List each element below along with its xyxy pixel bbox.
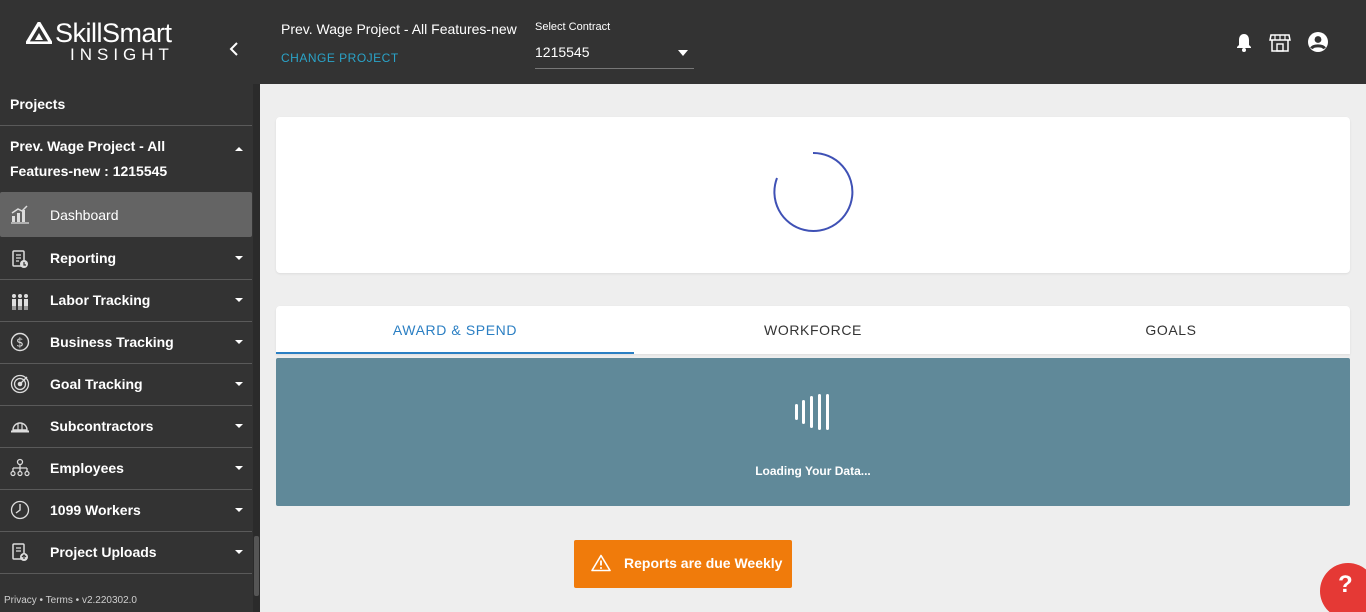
help-question-icon: ? [1338, 571, 1353, 598]
footer-links[interactable]: Privacy • Terms • v2.220302.0 [4, 595, 137, 606]
current-project-name[interactable]: Prev. Wage Project - All Features-new : … [10, 134, 225, 184]
loading-text: Loading Your Data... [755, 464, 871, 478]
caret-up-icon[interactable] [233, 145, 245, 153]
chevron-left-icon[interactable] [226, 40, 244, 58]
bell-icon[interactable] [1233, 31, 1255, 53]
account-circle-icon[interactable] [1307, 31, 1329, 53]
loading-bars-icon [795, 394, 829, 430]
divider [0, 125, 252, 126]
sidebar-scrollbar-thumb[interactable] [254, 536, 259, 596]
sidebar-item-project-uploads[interactable]: Project Uploads [0, 531, 252, 573]
loading-spinner-icon [773, 151, 854, 232]
report-icon [12, 250, 28, 268]
change-project-link[interactable]: CHANGE PROJECT [281, 51, 399, 65]
caret-down-icon[interactable] [678, 50, 688, 56]
projects-section-label: Projects [10, 96, 66, 112]
contract-select-label: Select Contract [535, 21, 611, 33]
caret-down-icon [235, 424, 243, 428]
summary-card [276, 117, 1350, 273]
sidebar-item-label: Employees [50, 460, 124, 476]
caret-down-icon [235, 550, 243, 554]
sidebar-item-reporting[interactable]: Reporting [0, 237, 252, 279]
brand-tagline: INSIGHT [70, 45, 174, 64]
svg-text:$: $ [16, 336, 24, 350]
sidebar-item-subcontractors[interactable]: Subcontractors [0, 405, 252, 447]
contract-select-underline [535, 68, 694, 69]
project-title: Prev. Wage Project - All Features-new [281, 21, 517, 37]
dashboard-chart-icon [11, 205, 29, 224]
caret-down-icon [235, 466, 243, 470]
sidebar-item-label: Labor Tracking [50, 292, 151, 308]
target-icon [10, 374, 30, 394]
sidebar-item-1099-workers[interactable]: 1099 Workers [0, 489, 252, 531]
warning-icon [591, 554, 611, 572]
sidebar-item-dashboard[interactable]: Dashboard [0, 192, 252, 237]
sidebar-item-label: Project Uploads [50, 544, 157, 560]
sidebar-item-label: Reporting [50, 250, 117, 266]
loading-panel: Loading Your Data... [276, 358, 1350, 506]
help-button[interactable]: ? [1320, 563, 1366, 612]
caret-down-icon [235, 298, 243, 302]
caret-down-icon [235, 508, 243, 512]
top-bar: Prev. Wage Project - All Features-new CH… [260, 0, 1366, 84]
sidebar-item-label: Goal Tracking [50, 376, 143, 392]
caret-down-icon [235, 256, 243, 260]
contract-select[interactable]: 1215545 [535, 44, 590, 60]
org-chart-icon [10, 458, 30, 477]
caret-down-icon [235, 382, 243, 386]
sidebar-item-business-tracking[interactable]: $ Business Tracking [0, 321, 252, 363]
brand-header: SkillSmart INSIGHT [0, 0, 260, 84]
sidebar-item-label: Subcontractors [50, 418, 154, 434]
people-group-icon [12, 294, 28, 310]
divider [0, 573, 252, 574]
clock-icon [10, 500, 30, 520]
tab-workforce[interactable]: WORKFORCE [634, 306, 992, 354]
store-icon[interactable] [1269, 31, 1291, 53]
active-tab-indicator [276, 352, 634, 354]
sidebar-item-label: Business Tracking [50, 334, 174, 350]
sidebar-item-label: 1099 Workers [50, 502, 141, 518]
sidebar-item-labor-tracking[interactable]: Labor Tracking [0, 279, 252, 321]
dashboard-tabs: AWARD & SPEND WORKFORCE GOALS [276, 306, 1350, 354]
reports-due-text: Reports are due Weekly [624, 555, 783, 571]
sidebar-scrollbar[interactable] [253, 84, 260, 612]
tab-goals[interactable]: GOALS [992, 306, 1350, 354]
skillsmart-logo[interactable]: SkillSmart INSIGHT [26, 18, 186, 66]
logo-triangle-icon [26, 22, 52, 44]
upload-doc-icon [12, 543, 28, 561]
sidebar-item-label: Dashboard [50, 206, 119, 223]
caret-down-icon [235, 340, 243, 344]
sidebar-item-employees[interactable]: Employees [0, 447, 252, 489]
dollar-circle-icon: $ [10, 332, 30, 352]
brand-name: SkillSmart [55, 18, 172, 48]
sidebar: SkillSmart INSIGHT Projects Prev. Wage P… [0, 0, 260, 612]
tab-award-spend[interactable]: AWARD & SPEND [276, 306, 634, 354]
reports-due-banner[interactable]: Reports are due Weekly [574, 540, 792, 588]
sidebar-item-goal-tracking[interactable]: Goal Tracking [0, 363, 252, 405]
hardhat-icon [11, 422, 29, 433]
